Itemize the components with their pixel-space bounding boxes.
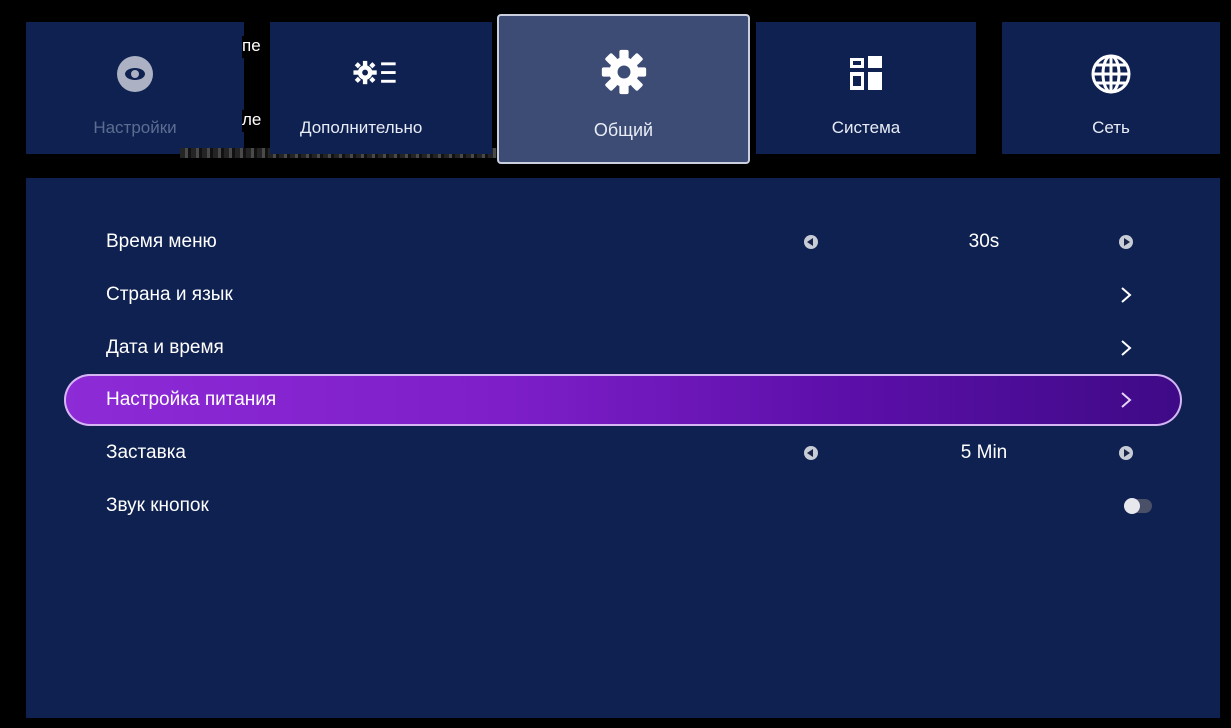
tab-label: Дополнительно (300, 118, 423, 137)
button-sound-toggle[interactable] (1124, 498, 1152, 514)
power-settings-row[interactable]: Настройка питания (64, 374, 1182, 426)
arrow-left-icon[interactable] (804, 235, 818, 249)
row-label: Звук кнопок (106, 495, 209, 516)
row-label: Время меню (106, 231, 217, 252)
eye-icon (111, 50, 159, 98)
row-label: Заставка (106, 442, 186, 463)
tab-system[interactable]: Система (756, 22, 976, 154)
menu-time-row[interactable]: Время меню 30s (64, 216, 1182, 268)
date-time-row[interactable]: Дата и время (64, 322, 1182, 374)
tab-label: Общий (593, 120, 654, 140)
row-label: Настройка питания (106, 389, 277, 410)
arrow-left-icon[interactable] (804, 446, 818, 460)
tv-settings-screen: Настройки пе ле Дополнительно Общий Сист… (0, 0, 1231, 728)
overlay-text-fragment: пе (242, 36, 270, 58)
gear-list-icon (352, 50, 400, 98)
row-label: Дата и время (106, 337, 224, 358)
arrow-right-icon[interactable] (1119, 446, 1133, 460)
row-value: 5 Min (960, 442, 1008, 463)
tab-advanced[interactable]: Дополнительно (270, 22, 492, 154)
arrow-right-icon[interactable] (1119, 235, 1133, 249)
button-sound-row[interactable]: Звук кнопок (64, 480, 1182, 532)
chevron-right-icon (1121, 392, 1132, 408)
row-label: Страна и язык (106, 284, 233, 305)
windows-grid-icon (842, 50, 890, 98)
chevron-right-icon (1121, 287, 1132, 303)
overlay-text-fragment: ле (242, 110, 270, 132)
tab-settings[interactable]: Настройки (26, 22, 244, 154)
row-value: 30s (968, 231, 1000, 252)
country-language-row[interactable]: Страна и язык (64, 269, 1182, 321)
tab-label: Настройки (93, 118, 177, 137)
tab-label: Система (831, 118, 901, 137)
tab-general[interactable]: Общий (497, 14, 750, 164)
toggle-knob (1124, 498, 1140, 514)
tab-label: Сеть (1092, 118, 1130, 137)
chevron-right-icon (1121, 340, 1132, 356)
globe-icon (1087, 50, 1135, 98)
screensaver-row[interactable]: Заставка 5 Min (64, 427, 1182, 479)
settings-panel: Время меню 30s Страна и язык Дата и врем… (26, 178, 1220, 718)
gear-icon (600, 48, 648, 96)
tab-network[interactable]: Сеть (1002, 22, 1220, 154)
